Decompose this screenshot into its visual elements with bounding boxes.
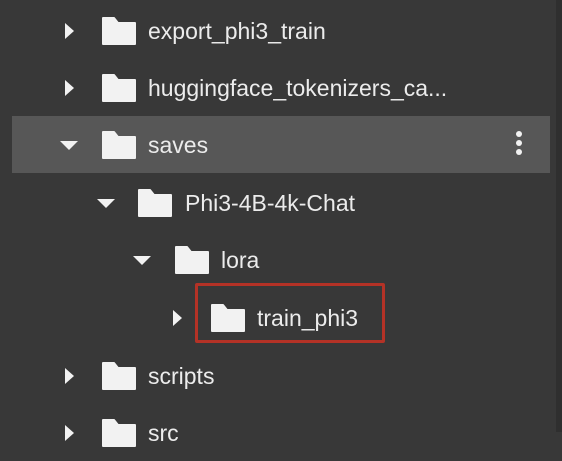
tree-item-label: huggingface_tokenizers_ca... bbox=[148, 74, 448, 101]
folder-icon bbox=[173, 244, 211, 276]
chevron-right-icon[interactable] bbox=[58, 77, 80, 99]
folder-icon bbox=[100, 72, 138, 104]
folder-icon bbox=[100, 417, 138, 449]
tree-item-label: Phi3-4B-4k-Chat bbox=[185, 189, 356, 216]
folder-icon bbox=[100, 15, 138, 47]
tree-item-label: saves bbox=[148, 131, 209, 158]
tree-item-label: scripts bbox=[148, 362, 215, 389]
folder-icon bbox=[100, 129, 138, 161]
selected-row-background bbox=[12, 116, 550, 173]
tree-item-src[interactable]: src bbox=[0, 404, 562, 461]
file-tree: export_phi3_train huggingface_tokenizers… bbox=[0, 0, 562, 447]
tree-item-phi3-4b-4k-chat[interactable]: Phi3-4B-4k-Chat bbox=[0, 174, 562, 231]
tree-item-saves[interactable]: saves bbox=[0, 116, 562, 173]
chevron-down-icon[interactable] bbox=[95, 192, 117, 214]
tree-item-label: lora bbox=[221, 246, 260, 273]
tree-item-export-phi3-train[interactable]: export_phi3_train bbox=[0, 2, 562, 59]
chevron-down-icon[interactable] bbox=[131, 249, 153, 271]
tree-item-label: src bbox=[148, 419, 179, 446]
folder-icon bbox=[100, 360, 138, 392]
folder-icon bbox=[209, 302, 247, 334]
scrollbar-track[interactable] bbox=[556, 0, 562, 432]
tree-item-lora[interactable]: lora bbox=[0, 231, 562, 288]
chevron-down-icon[interactable] bbox=[58, 134, 80, 156]
tree-item-train-phi3[interactable]: train_phi3 bbox=[0, 289, 562, 346]
chevron-right-icon[interactable] bbox=[58, 422, 80, 444]
chevron-right-icon[interactable] bbox=[58, 365, 80, 387]
chevron-right-icon[interactable] bbox=[166, 307, 188, 329]
tree-item-scripts[interactable]: scripts bbox=[0, 347, 562, 404]
chevron-right-icon[interactable] bbox=[58, 20, 80, 42]
tree-item-label: export_phi3_train bbox=[148, 17, 326, 44]
tree-item-huggingface-tokenizers[interactable]: huggingface_tokenizers_ca... bbox=[0, 59, 562, 116]
more-vertical-icon[interactable] bbox=[514, 129, 524, 161]
tree-item-label: train_phi3 bbox=[257, 304, 359, 331]
folder-icon bbox=[136, 187, 174, 219]
